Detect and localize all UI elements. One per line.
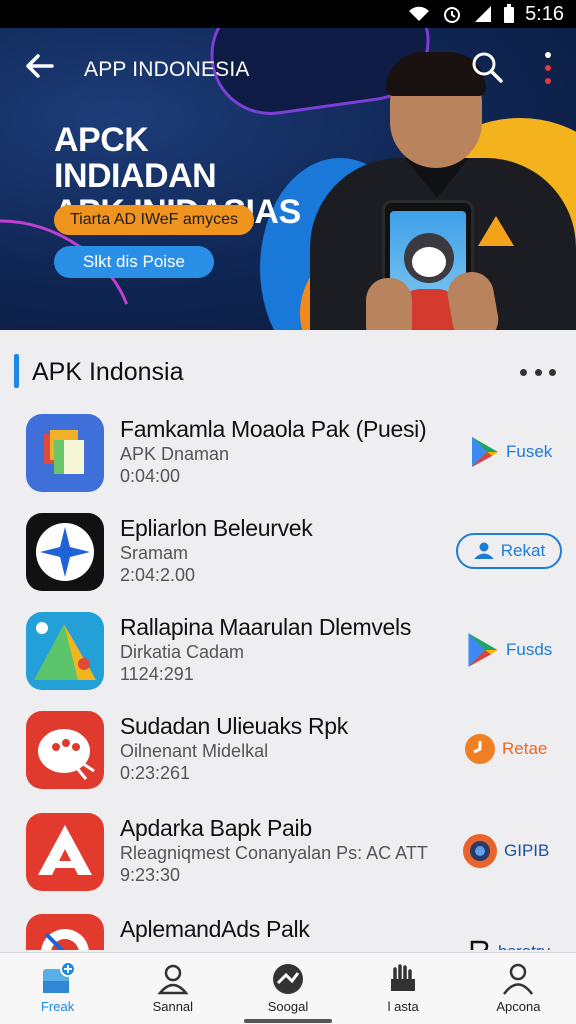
app-meta: 0:04:00 <box>120 466 181 486</box>
home-plus-icon <box>42 961 76 993</box>
wifi-icon <box>409 6 430 21</box>
app-list: Famkamla Moaola Pak (Puesi) APK Dnaman 0… <box>0 404 576 950</box>
hand-icon <box>391 964 416 991</box>
search-icon <box>472 52 503 83</box>
app-name: AplemandAds Palk <box>120 916 310 942</box>
app-action-button[interactable]: Fusds <box>466 632 552 668</box>
lens-icon <box>463 834 497 868</box>
app-subtitle: APK Dnaman <box>120 444 230 464</box>
person-icon <box>473 542 494 559</box>
app-action-label: Retae <box>502 739 548 758</box>
app-icon <box>26 711 104 789</box>
nav-label: Freak <box>40 999 75 1014</box>
list-item[interactable]: Famkamla Moaola Pak (Puesi) APK Dnaman 0… <box>0 404 576 502</box>
alarm-icon <box>444 7 461 23</box>
app-meta: 9:23:30 <box>120 865 181 885</box>
app-action-button[interactable]: Fusek <box>470 434 552 470</box>
list-item[interactable]: AplemandAds Palk bsrotry <box>0 904 576 950</box>
status-bar: 5:16 <box>0 0 576 28</box>
app-meta: 1124:291 <box>120 664 194 684</box>
app-name: Apdarka Bapk Paib <box>120 815 312 841</box>
battery-icon <box>504 4 515 23</box>
list-item[interactable]: Sudadan Ulieuaks Rpk Oilnenant Midelkal … <box>0 701 576 799</box>
user-icon <box>157 964 189 995</box>
app-subtitle: Sramam <box>120 543 189 563</box>
app-action-label: Fusek <box>506 442 553 461</box>
nav-label: Soogal <box>267 999 309 1014</box>
app-subtitle: Oilnenant Midelkal <box>120 741 269 761</box>
nav-label: l asta <box>387 999 419 1014</box>
app-meta: 0:23:261 <box>120 763 191 783</box>
app-meta: 2:04:2.00 <box>120 565 196 585</box>
app-action-button[interactable]: GIPIB <box>462 833 549 869</box>
back-button[interactable] <box>22 48 62 88</box>
banner-secondary-button[interactable]: Slkt dis Poise <box>54 246 214 278</box>
nav-tab-lasta[interactable]: l asta <box>346 953 461 1024</box>
app-icon <box>26 612 104 690</box>
app-name: Famkamla Moaola Pak (Puesi) <box>120 416 427 442</box>
app-name: Rallapina Maarulan Dlemvels <box>120 614 412 640</box>
more-vertical-button[interactable] <box>536 52 560 84</box>
app-icon <box>26 414 104 492</box>
gauge-icon <box>273 964 303 994</box>
list-item[interactable]: Epliarlon Beleurvek Sramam 2:04:2.00 Rek… <box>0 503 576 601</box>
signal-icon <box>475 6 492 22</box>
banner-primary-button[interactable]: Tiarta AD IWeF amyces <box>54 205 254 235</box>
clock-icon <box>465 734 495 764</box>
nav-tab-freak[interactable]: Freak <box>0 953 115 1024</box>
b-icon <box>470 940 489 950</box>
app-name: Sudadan Ulieuaks Rpk <box>120 713 348 739</box>
app-action-button[interactable]: Rekat <box>456 533 562 569</box>
app-action-button[interactable]: Retae <box>464 731 547 767</box>
app-action-label: bsrotry <box>498 942 550 950</box>
app-subtitle: Dirkatia Cadam <box>120 642 245 662</box>
app-action-label: Rekat <box>500 541 546 560</box>
bottom-navigation: Freak Sannal Soogal l asta Apcona <box>0 952 576 1024</box>
app-action-label: GIPIB <box>504 841 550 860</box>
play-store-icon <box>468 633 498 667</box>
more-horizontal-button[interactable] <box>520 360 556 384</box>
app-action-label: Fusds <box>506 640 553 659</box>
app-title: APP INDONESIA <box>84 58 250 81</box>
list-item[interactable]: Apdarka Bapk Paib Rleagniqmest Conanyala… <box>0 803 576 901</box>
nav-tab-soogal[interactable]: Soogal <box>230 953 345 1024</box>
app-icon <box>26 813 104 891</box>
search-button[interactable] <box>470 50 504 84</box>
app-bar: APP INDONESIA <box>0 28 576 108</box>
more-horizontal-icon <box>520 368 527 376</box>
banner-headline-line1: APCK INDIADAN <box>54 121 217 195</box>
list-item[interactable]: Rallapina Maarulan Dlemvels Dirkatia Cad… <box>0 602 576 700</box>
app-icon <box>26 513 104 591</box>
app-name: Epliarlon Beleurvek <box>120 515 313 541</box>
brand-logo-icon <box>478 216 514 246</box>
app-icon <box>26 914 104 950</box>
hero-banner[interactable]: APP INDONESIA APCK INDIADAN APK INIDASIA… <box>0 28 576 330</box>
section-title: APK Indonsia <box>32 358 184 386</box>
play-store-icon <box>472 437 498 467</box>
home-indicator[interactable] <box>244 1019 332 1023</box>
section-accent-bar <box>14 354 19 388</box>
nav-label: Sannal <box>152 999 194 1014</box>
nav-tab-apcona[interactable]: Apcona <box>461 953 576 1024</box>
status-time: 5:16 <box>525 2 564 25</box>
app-subtitle: Rleagniqmest Conanyalan Ps: AC ATT <box>120 843 428 863</box>
app-action-button[interactable]: bsrotry <box>468 934 550 950</box>
arrow-left-icon <box>26 54 54 78</box>
nav-label: Apcona <box>496 999 541 1014</box>
nav-tab-sannal[interactable]: Sannal <box>115 953 230 1024</box>
section-header: APK Indonsia <box>0 348 576 400</box>
more-vertical-icon <box>545 52 551 58</box>
account-icon <box>503 963 534 995</box>
